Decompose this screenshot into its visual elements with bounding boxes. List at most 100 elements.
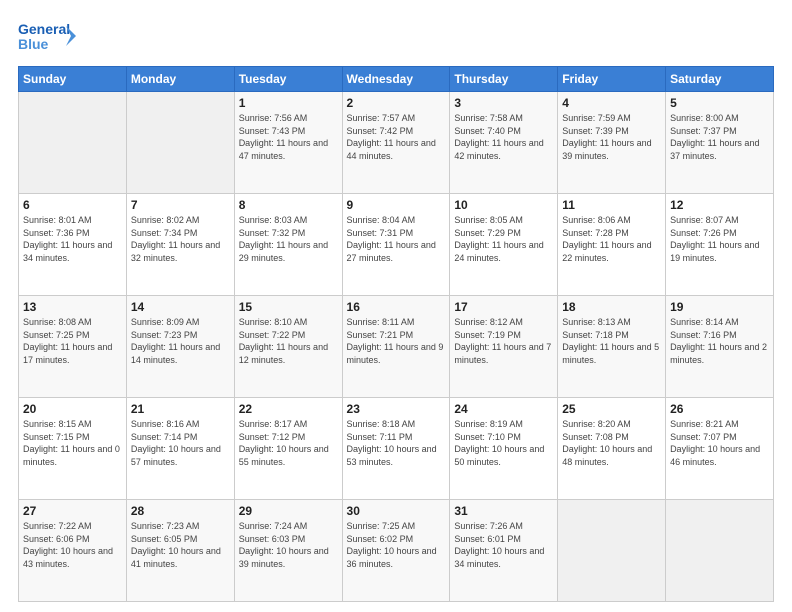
day-number: 13 <box>23 300 122 314</box>
calendar-cell: 22 Sunrise: 8:17 AMSunset: 7:12 PMDayligh… <box>234 398 342 500</box>
calendar-cell: 12 Sunrise: 8:07 AMSunset: 7:26 PMDayligh… <box>666 194 774 296</box>
calendar-cell: 26Sunrise: 8:21 AMSunset: 7:07 PMDayligh… <box>666 398 774 500</box>
day-number: 27 <box>23 504 122 518</box>
day-header-wednesday: Wednesday <box>342 67 450 92</box>
calendar-cell: 23 Sunrise: 8:18 AMSunset: 7:11 PMDayligh… <box>342 398 450 500</box>
day-info: Sunrise: 8:09 AMSunset: 7:23 PMDaylight:… <box>131 316 230 366</box>
day-info: Sunrise: 7:24 AMSunset: 6:03 PMDaylight:… <box>239 520 338 570</box>
day-number: 10 <box>454 198 553 212</box>
svg-text:General: General <box>18 21 70 37</box>
calendar-cell: 2 Sunrise: 7:57 AMSunset: 7:42 PMDaylight… <box>342 92 450 194</box>
day-info: Sunrise: 8:15 AMSunset: 7:15 PMDaylight:… <box>23 418 122 468</box>
calendar-cell: 15Sunrise: 8:10 AMSunset: 7:22 PMDayligh… <box>234 296 342 398</box>
week-row-4: 20 Sunrise: 8:15 AMSunset: 7:15 PMDayligh… <box>19 398 774 500</box>
calendar-cell: 27 Sunrise: 7:22 AMSunset: 6:06 PMDayligh… <box>19 500 127 602</box>
calendar-cell: 1 Sunrise: 7:56 AMSunset: 7:43 PMDaylight… <box>234 92 342 194</box>
logo-svg: GeneralBlue <box>18 18 78 56</box>
day-number: 11 <box>562 198 661 212</box>
calendar-cell: 4Sunrise: 7:59 AMSunset: 7:39 PMDaylight… <box>558 92 666 194</box>
calendar-cell: 11 Sunrise: 8:06 AMSunset: 7:28 PMDayligh… <box>558 194 666 296</box>
day-info: Sunrise: 8:21 AMSunset: 7:07 PMDaylight:… <box>670 418 769 468</box>
day-info: Sunrise: 8:00 AMSunset: 7:37 PMDaylight:… <box>670 112 769 162</box>
calendar-cell: 31 Sunrise: 7:26 AMSunset: 6:01 PMDayligh… <box>450 500 558 602</box>
calendar-cell: 10 Sunrise: 8:05 AMSunset: 7:29 PMDayligh… <box>450 194 558 296</box>
day-number: 14 <box>131 300 230 314</box>
day-info: Sunrise: 8:13 AMSunset: 7:18 PMDaylight:… <box>562 316 661 366</box>
calendar-cell: 5 Sunrise: 8:00 AMSunset: 7:37 PMDaylight… <box>666 92 774 194</box>
day-info: Sunrise: 8:14 AMSunset: 7:16 PMDaylight:… <box>670 316 769 366</box>
day-number: 29 <box>239 504 338 518</box>
calendar-cell: 17 Sunrise: 8:12 AMSunset: 7:19 PMDayligh… <box>450 296 558 398</box>
day-info: Sunrise: 8:05 AMSunset: 7:29 PMDaylight:… <box>454 214 553 264</box>
calendar-cell: 13 Sunrise: 8:08 AMSunset: 7:25 PMDayligh… <box>19 296 127 398</box>
day-number: 9 <box>347 198 446 212</box>
calendar-cell <box>558 500 666 602</box>
page: GeneralBlue SundayMondayTuesdayWednesday… <box>0 0 792 612</box>
day-number: 17 <box>454 300 553 314</box>
calendar-cell: 9 Sunrise: 8:04 AMSunset: 7:31 PMDaylight… <box>342 194 450 296</box>
day-number: 15 <box>239 300 338 314</box>
day-info: Sunrise: 7:56 AMSunset: 7:43 PMDaylight:… <box>239 112 338 162</box>
day-info: Sunrise: 8:07 AMSunset: 7:26 PMDaylight:… <box>670 214 769 264</box>
day-info: Sunrise: 8:04 AMSunset: 7:31 PMDaylight:… <box>347 214 446 264</box>
day-info: Sunrise: 8:06 AMSunset: 7:28 PMDaylight:… <box>562 214 661 264</box>
day-info: Sunrise: 8:16 AMSunset: 7:14 PMDaylight:… <box>131 418 230 468</box>
day-info: Sunrise: 7:57 AMSunset: 7:42 PMDaylight:… <box>347 112 446 162</box>
calendar-cell: 20 Sunrise: 8:15 AMSunset: 7:15 PMDayligh… <box>19 398 127 500</box>
calendar-cell: 16Sunrise: 8:11 AMSunset: 7:21 PMDayligh… <box>342 296 450 398</box>
calendar-cell: 28Sunrise: 7:23 AMSunset: 6:05 PMDayligh… <box>126 500 234 602</box>
day-info: Sunrise: 8:20 AMSunset: 7:08 PMDaylight:… <box>562 418 661 468</box>
header: GeneralBlue <box>18 18 774 56</box>
day-info: Sunrise: 8:12 AMSunset: 7:19 PMDaylight:… <box>454 316 553 366</box>
day-info: Sunrise: 8:01 AMSunset: 7:36 PMDaylight:… <box>23 214 122 264</box>
day-number: 2 <box>347 96 446 110</box>
day-number: 12 <box>670 198 769 212</box>
day-info: Sunrise: 8:17 AMSunset: 7:12 PMDaylight:… <box>239 418 338 468</box>
day-info: Sunrise: 8:18 AMSunset: 7:11 PMDaylight:… <box>347 418 446 468</box>
week-row-5: 27 Sunrise: 7:22 AMSunset: 6:06 PMDayligh… <box>19 500 774 602</box>
day-number: 7 <box>131 198 230 212</box>
calendar-cell: 19 Sunrise: 8:14 AMSunset: 7:16 PMDayligh… <box>666 296 774 398</box>
day-number: 19 <box>670 300 769 314</box>
day-info: Sunrise: 7:25 AMSunset: 6:02 PMDaylight:… <box>347 520 446 570</box>
calendar-cell: 7 Sunrise: 8:02 AMSunset: 7:34 PMDaylight… <box>126 194 234 296</box>
day-info: Sunrise: 7:58 AMSunset: 7:40 PMDaylight:… <box>454 112 553 162</box>
day-info: Sunrise: 8:08 AMSunset: 7:25 PMDaylight:… <box>23 316 122 366</box>
day-number: 28 <box>131 504 230 518</box>
day-number: 31 <box>454 504 553 518</box>
day-number: 18 <box>562 300 661 314</box>
day-info: Sunrise: 7:26 AMSunset: 6:01 PMDaylight:… <box>454 520 553 570</box>
day-number: 5 <box>670 96 769 110</box>
svg-text:Blue: Blue <box>18 36 49 52</box>
calendar-cell: 30 Sunrise: 7:25 AMSunset: 6:02 PMDayligh… <box>342 500 450 602</box>
calendar-cell: 14 Sunrise: 8:09 AMSunset: 7:23 PMDayligh… <box>126 296 234 398</box>
day-number: 30 <box>347 504 446 518</box>
week-row-3: 13 Sunrise: 8:08 AMSunset: 7:25 PMDayligh… <box>19 296 774 398</box>
calendar-cell: 8Sunrise: 8:03 AMSunset: 7:32 PMDaylight… <box>234 194 342 296</box>
calendar-cell: 25Sunrise: 8:20 AMSunset: 7:08 PMDayligh… <box>558 398 666 500</box>
day-number: 23 <box>347 402 446 416</box>
header-row: SundayMondayTuesdayWednesdayThursdayFrid… <box>19 67 774 92</box>
day-info: Sunrise: 7:22 AMSunset: 6:06 PMDaylight:… <box>23 520 122 570</box>
calendar-table: SundayMondayTuesdayWednesdayThursdayFrid… <box>18 66 774 602</box>
day-header-friday: Friday <box>558 67 666 92</box>
day-number: 20 <box>23 402 122 416</box>
day-info: Sunrise: 8:19 AMSunset: 7:10 PMDaylight:… <box>454 418 553 468</box>
day-number: 6 <box>23 198 122 212</box>
day-number: 24 <box>454 402 553 416</box>
day-number: 1 <box>239 96 338 110</box>
day-info: Sunrise: 8:02 AMSunset: 7:34 PMDaylight:… <box>131 214 230 264</box>
calendar-cell: 18 Sunrise: 8:13 AMSunset: 7:18 PMDayligh… <box>558 296 666 398</box>
day-number: 4 <box>562 96 661 110</box>
calendar-cell <box>19 92 127 194</box>
calendar-cell: 29 Sunrise: 7:24 AMSunset: 6:03 PMDayligh… <box>234 500 342 602</box>
calendar-cell <box>126 92 234 194</box>
calendar-cell: 21Sunrise: 8:16 AMSunset: 7:14 PMDayligh… <box>126 398 234 500</box>
calendar-cell <box>666 500 774 602</box>
day-number: 22 <box>239 402 338 416</box>
day-header-sunday: Sunday <box>19 67 127 92</box>
day-header-saturday: Saturday <box>666 67 774 92</box>
day-number: 3 <box>454 96 553 110</box>
calendar-cell: 24 Sunrise: 8:19 AMSunset: 7:10 PMDayligh… <box>450 398 558 500</box>
calendar-header: SundayMondayTuesdayWednesdayThursdayFrid… <box>19 67 774 92</box>
